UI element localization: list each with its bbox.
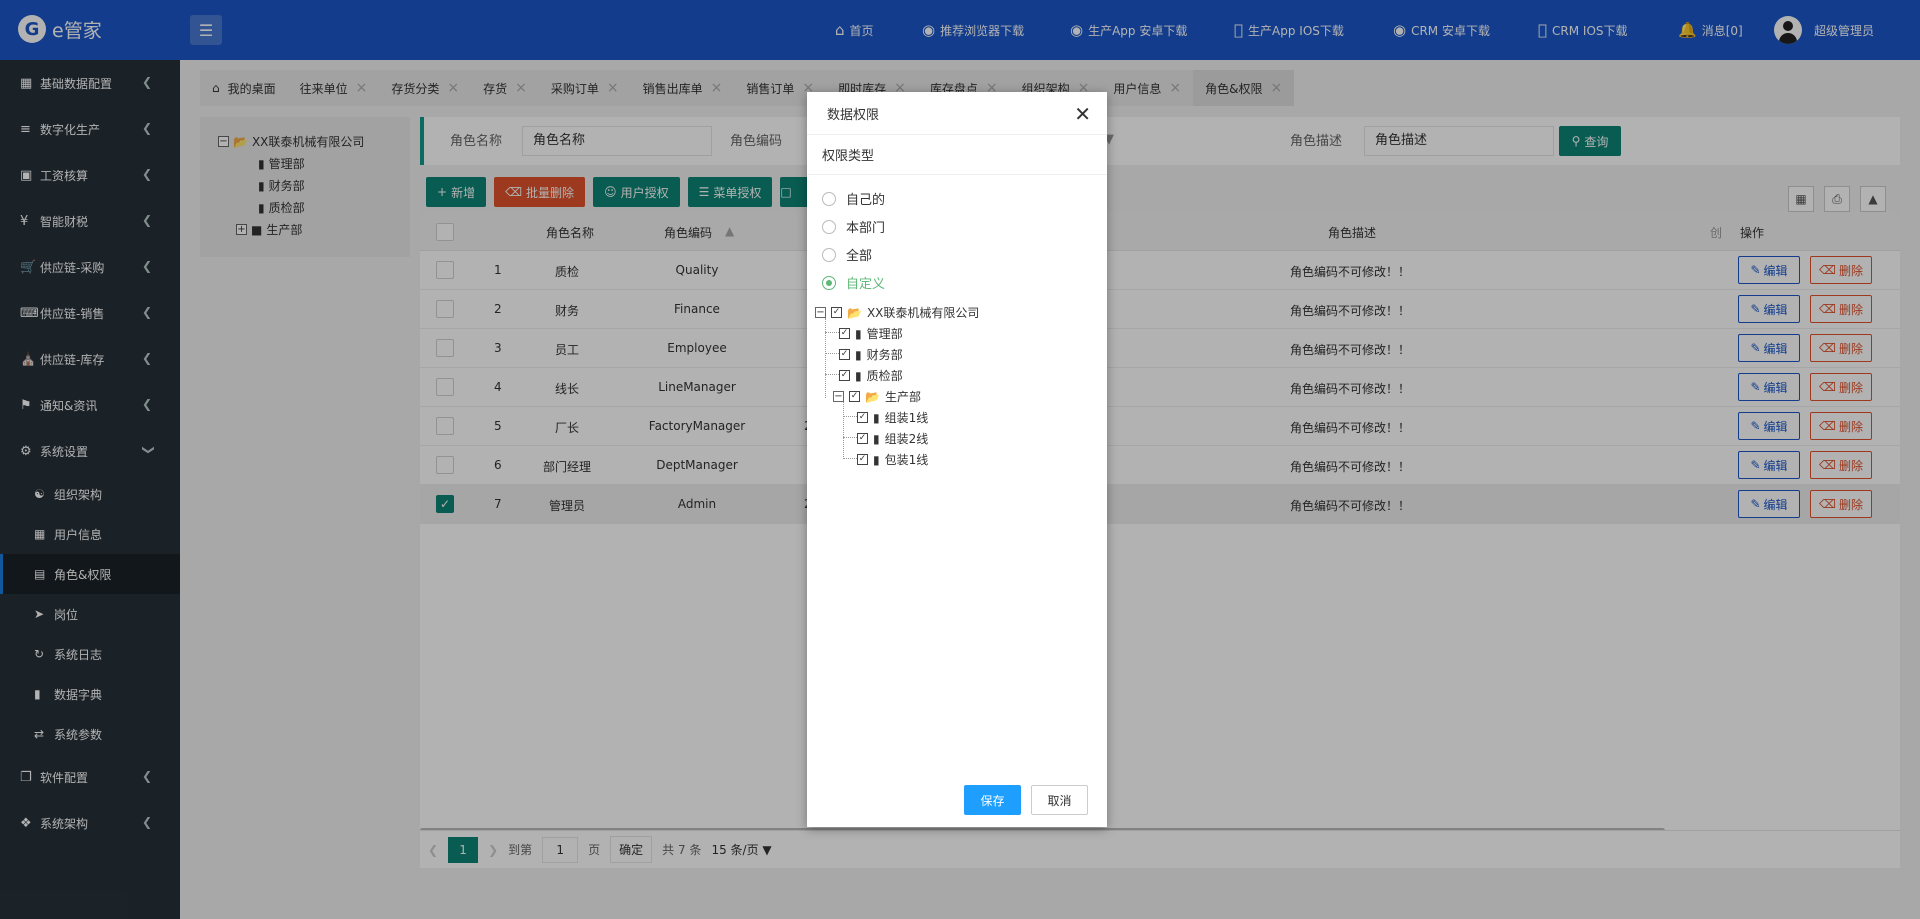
checkbox-checked[interactable]: ✓: [839, 349, 850, 360]
tree-guide: [825, 374, 839, 375]
radio-own[interactable]: 自己的: [822, 189, 885, 208]
tree-guide: [825, 353, 839, 354]
perm-tree-node[interactable]: ✓ ▮ 质检部: [839, 367, 903, 384]
radio-department[interactable]: 本部门: [822, 217, 885, 236]
radio-circle-selected: [822, 275, 836, 290]
radio-all[interactable]: 全部: [822, 245, 872, 264]
file-icon: ▮: [855, 326, 862, 341]
file-icon: ▮: [873, 410, 880, 425]
radio-label: 本部门: [846, 221, 886, 236]
dialog-title: 数据权限: [827, 107, 880, 123]
cancel-button[interactable]: 取消: [1031, 785, 1088, 815]
checkbox-checked[interactable]: ✓: [839, 328, 850, 339]
checkbox-checked[interactable]: ✓: [849, 391, 860, 402]
radio-label: 自定义: [846, 277, 886, 292]
tree-guide: [825, 318, 826, 398]
collapse-icon[interactable]: −: [815, 307, 826, 318]
radio-label: 全部: [846, 249, 873, 264]
data-permission-dialog: 数据权限 ✕ 权限类型 自己的 本部门 全部 自定义 − ✓ 📂 XX联泰机械有限公司…: [807, 92, 1107, 827]
dialog-section-title: 权限类型: [807, 135, 1107, 175]
perm-tree-node[interactable]: − ✓ 📂 生产部: [833, 388, 921, 405]
folder-open-icon: 📂: [847, 305, 862, 320]
dialog-header: 数据权限: [807, 92, 1107, 135]
perm-tree-node[interactable]: ✓ ▮ 包装1线: [857, 451, 928, 468]
perm-tree-label: 管理部: [866, 327, 903, 341]
perm-tree-node[interactable]: ✓ ▮ 组装2线: [857, 430, 928, 447]
checkbox-checked[interactable]: ✓: [839, 370, 850, 381]
tree-guide: [843, 416, 857, 417]
checkbox-checked[interactable]: ✓: [857, 433, 868, 444]
collapse-icon[interactable]: −: [833, 391, 844, 402]
tree-guide: [825, 332, 839, 333]
file-icon: ▮: [855, 347, 862, 362]
permission-type-label: 权限类型: [822, 149, 875, 164]
close-icon[interactable]: ✕: [1074, 102, 1091, 126]
perm-tree-label: 组装1线: [884, 411, 929, 425]
perm-tree-label: 包装1线: [884, 453, 929, 467]
perm-tree-label: 生产部: [884, 390, 921, 404]
checkbox-checked[interactable]: ✓: [857, 412, 868, 423]
save-button[interactable]: 保存: [964, 785, 1021, 815]
tree-guide: [843, 458, 857, 459]
radio-circle: [822, 247, 836, 262]
perm-tree-label: 质检部: [866, 369, 903, 383]
file-icon: ▮: [855, 368, 862, 383]
checkbox-checked[interactable]: ✓: [857, 454, 868, 465]
folder-open-icon: 📂: [865, 389, 880, 404]
radio-circle: [822, 219, 836, 234]
file-icon: ▮: [873, 431, 880, 446]
radio-circle: [822, 191, 836, 206]
perm-tree-label: 组装2线: [884, 432, 929, 446]
tree-guide: [843, 402, 844, 459]
perm-tree-node[interactable]: ✓ ▮ 财务部: [839, 346, 903, 363]
tree-guide: [843, 437, 857, 438]
perm-tree-node[interactable]: ✓ ▮ 组装1线: [857, 409, 928, 426]
checkbox-checked[interactable]: ✓: [831, 307, 842, 318]
perm-tree-label: 财务部: [866, 348, 903, 362]
perm-tree-node[interactable]: ✓ ▮ 管理部: [839, 325, 903, 342]
radio-custom[interactable]: 自定义: [822, 273, 885, 292]
perm-tree-label: XX联泰机械有限公司: [866, 306, 980, 320]
radio-label: 自己的: [846, 193, 886, 208]
perm-tree-root[interactable]: − ✓ 📂 XX联泰机械有限公司: [815, 304, 979, 321]
file-icon: ▮: [873, 452, 880, 467]
